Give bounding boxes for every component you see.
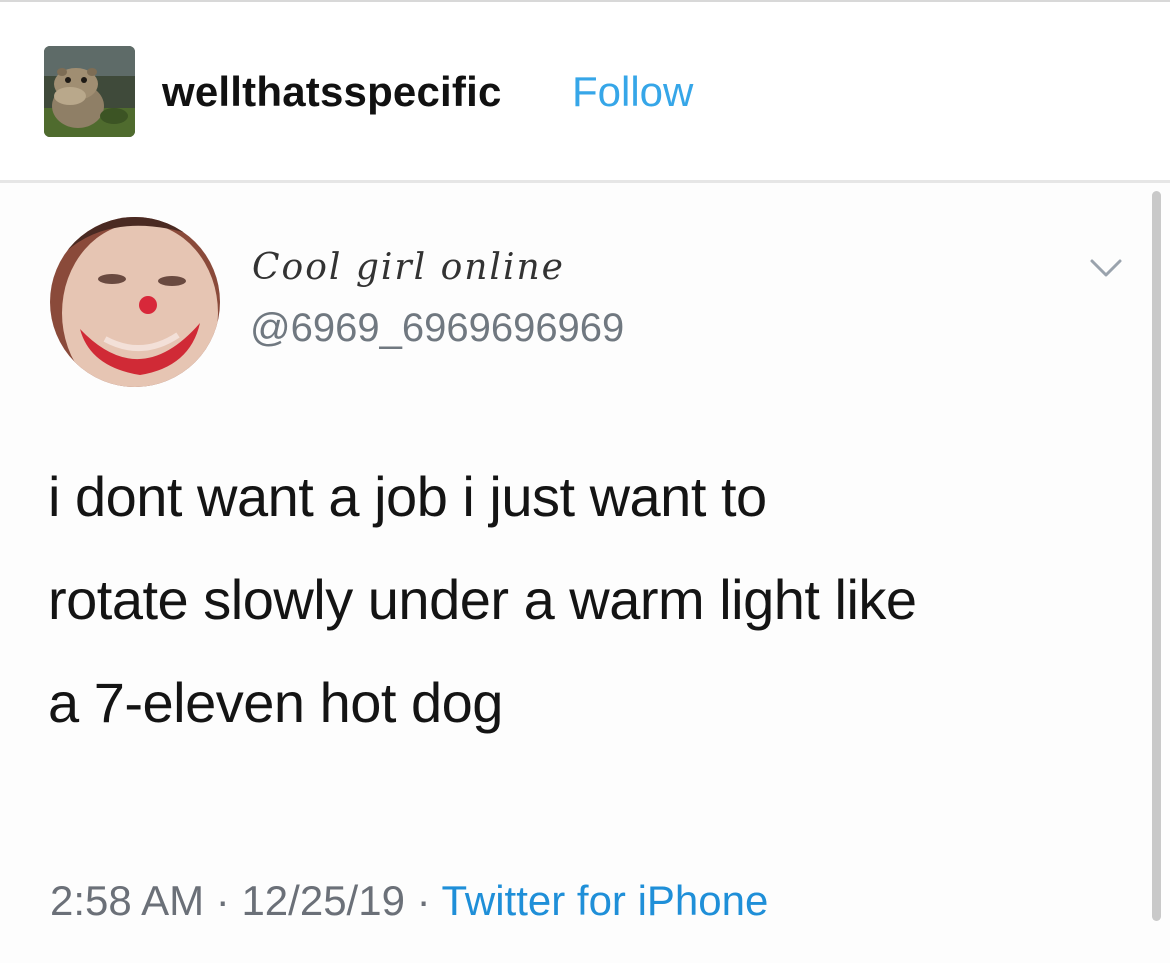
post-header: wellthatsspecific Follow — [0, 2, 1170, 180]
tweet-source-link[interactable]: Twitter for iPhone — [442, 877, 769, 924]
tweet-text-line: i dont want a job i just want to — [48, 465, 767, 528]
scrollbar[interactable] — [1152, 191, 1161, 921]
hippo-avatar-icon[interactable] — [44, 46, 135, 137]
tweet-metadata: 2:58 AM · 12/25/19 · Twitter for iPhone — [50, 877, 768, 925]
follow-button[interactable]: Follow — [572, 68, 693, 116]
tweet-date: 12/25/19 — [241, 877, 405, 924]
tweet-display-name: Cool girl online — [252, 247, 565, 288]
meta-separator: · — [215, 877, 230, 924]
clown-face-avatar-icon[interactable] — [50, 217, 220, 387]
blog-name-link[interactable]: wellthatsspecific — [162, 68, 502, 116]
tweet-text-line: a 7-eleven hot dog — [48, 671, 503, 734]
tweet-screenshot: Cool girl online @6969_6969696969 i dont… — [0, 183, 1170, 963]
meta-separator: · — [416, 877, 431, 924]
tweet-text-line: rotate slowly under a warm light like — [48, 568, 917, 631]
tweet-time: 2:58 AM — [50, 877, 205, 924]
chevron-down-icon[interactable] — [1086, 253, 1126, 283]
tumblr-post: wellthatsspecific Follow Cool girl onlin… — [0, 0, 1170, 963]
tweet-text: i dont want a job i just want to rotate … — [48, 445, 1128, 754]
tweet-handle: @6969_6969696969 — [250, 306, 625, 350]
